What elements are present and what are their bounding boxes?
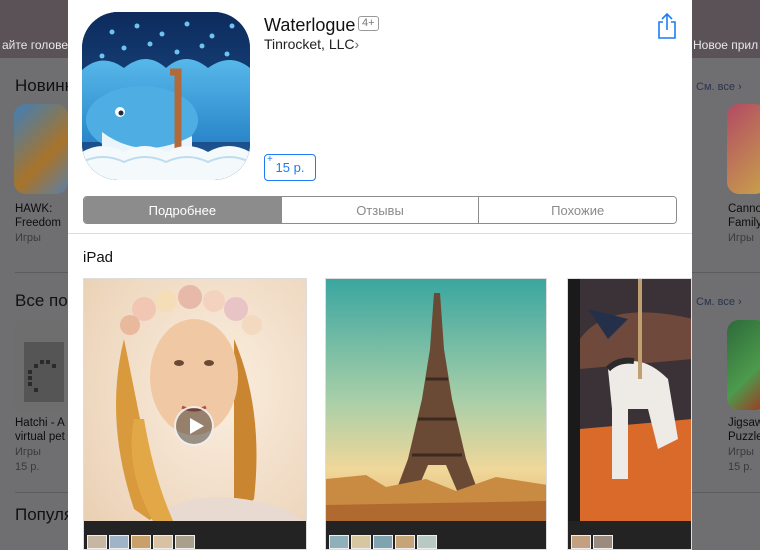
banner-right-text: Новое прил xyxy=(693,38,759,52)
tab-reviews[interactable]: Отзывы xyxy=(281,197,480,223)
app-name-hatchi-2: virtual pet xyxy=(15,431,65,443)
app-category-canno: Игры xyxy=(728,232,754,244)
screenshot-toolbar xyxy=(326,521,546,549)
plus-icon: + xyxy=(267,154,273,165)
app-tile-hatchi[interactable] xyxy=(14,320,68,412)
hatchi-pixel-icon xyxy=(24,342,64,402)
app-name-canno-2: Family xyxy=(728,217,760,229)
app-tile-jigsaw[interactable] xyxy=(727,320,760,410)
thumbnail-strip xyxy=(84,535,306,549)
thumbnail[interactable] xyxy=(175,535,195,549)
app-tile-hawk[interactable] xyxy=(14,104,68,194)
thumbnail[interactable] xyxy=(109,535,129,549)
section-divider xyxy=(68,233,692,234)
thumbnail[interactable] xyxy=(131,535,151,549)
segmented-control: Подробнее Отзывы Похожие xyxy=(83,196,677,224)
app-name-hawk-2: Freedom xyxy=(15,217,62,229)
screenshot-1[interactable] xyxy=(83,278,307,550)
thumbnail[interactable] xyxy=(373,535,393,549)
waterlogue-whale-icon xyxy=(82,12,250,180)
app-price-jigsaw: 15 р. xyxy=(728,461,753,473)
thumbnail[interactable] xyxy=(417,535,437,549)
app-name-canno-1: Canno xyxy=(728,203,760,215)
section-popular-title: Популя xyxy=(15,505,74,524)
app-category-jigsaw: Игры xyxy=(728,446,754,458)
screenshot-2[interactable] xyxy=(325,278,547,550)
thumbnail[interactable] xyxy=(593,535,613,549)
age-rating-badge: 4+ xyxy=(358,16,379,31)
chevron-right-icon: › xyxy=(354,36,360,52)
screenshot-toolbar xyxy=(568,521,691,549)
thumbnail-strip xyxy=(568,535,691,549)
developer-link[interactable]: Tinrocket, LLC› xyxy=(264,36,359,52)
play-icon[interactable] xyxy=(174,406,214,446)
thumbnail[interactable] xyxy=(329,535,349,549)
device-label: iPad xyxy=(83,249,114,266)
price-button[interactable]: + 15 р. xyxy=(264,154,316,181)
share-icon xyxy=(658,12,676,39)
app-category-hatchi: Игры xyxy=(15,446,41,458)
section-all-see-all[interactable]: См. все › xyxy=(696,296,742,308)
app-name-hatchi-1: Hatchi - A xyxy=(15,417,65,429)
banner-left-text: айте голове xyxy=(2,38,68,52)
app-price-hatchi: 15 р. xyxy=(15,461,40,473)
thumbnail[interactable] xyxy=(395,535,415,549)
thumbnail[interactable] xyxy=(153,535,173,549)
app-tile-canno[interactable] xyxy=(727,104,760,194)
app-category-hawk: Игры xyxy=(15,232,41,244)
screenshot-3[interactable] xyxy=(567,278,692,550)
thumbnail[interactable] xyxy=(351,535,371,549)
tab-details[interactable]: Подробнее xyxy=(84,197,282,223)
thumbnail-strip xyxy=(326,535,546,549)
eiffel-tower-watercolor-image xyxy=(326,279,546,549)
section-new-see-all[interactable]: См. все › xyxy=(696,81,742,93)
tab-related[interactable]: Похожие xyxy=(479,197,676,223)
app-name-jigsaw-2: Puzzles xyxy=(728,431,760,443)
price-label: 15 р. xyxy=(275,160,305,175)
app-icon xyxy=(82,12,250,180)
screenshot-toolbar xyxy=(84,521,306,549)
app-title: Waterlogue xyxy=(264,15,356,35)
app-name-hawk-1: HAWK: xyxy=(15,203,53,215)
thumbnail[interactable] xyxy=(87,535,107,549)
share-button[interactable] xyxy=(656,12,678,40)
thumbnail[interactable] xyxy=(571,535,591,549)
section-all-title: Все по xyxy=(15,291,68,310)
app-detail-card: Waterlogue 4+ Tinrocket, LLC› + 15 р. По… xyxy=(68,0,692,550)
app-name-jigsaw-1: Jigsaw xyxy=(728,417,760,429)
developer-name: Tinrocket, LLC xyxy=(264,36,355,52)
carousel-horse-watercolor-image xyxy=(568,279,691,549)
